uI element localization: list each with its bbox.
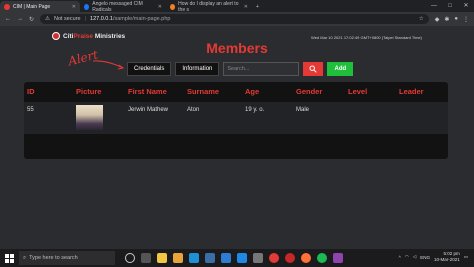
cell-first-name: Jerwin Mathew — [128, 107, 169, 113]
table-row[interactable]: 55 Jerwin Mathew Aton 19 y. o. Male — [24, 102, 448, 134]
brand-logo[interactable]: CitiPraise Ministries — [52, 32, 125, 40]
annotation-arrow-icon — [92, 60, 125, 70]
task-view-icon[interactable] — [141, 253, 151, 263]
brand-mid: Praise — [73, 32, 94, 40]
header-gender: Gender — [296, 87, 323, 96]
brand-suffix: Ministries — [94, 32, 126, 40]
taskbar-search-text: Type here to search — [29, 255, 78, 261]
add-button[interactable]: Add — [327, 62, 354, 76]
brand-prefix: Citi — [63, 32, 74, 40]
cell-surname: Aton — [187, 107, 200, 113]
close-icon[interactable]: ✕ — [158, 4, 162, 10]
header-first-name: First Name — [128, 87, 167, 96]
cell-gender: Male — [296, 107, 310, 113]
header-leader: Leader — [399, 87, 424, 96]
tab-main-page[interactable]: CIM | Main Page ✕ — [0, 1, 80, 12]
search-button[interactable] — [303, 62, 324, 76]
clock-date: 10-Mar-2021 — [433, 257, 460, 262]
close-icon[interactable]: ✕ — [244, 4, 248, 10]
header-picture: Picture — [76, 87, 102, 96]
browser-tab-bar: CIM | Main Page ✕ Angelo messaged CIM Ra… — [0, 0, 474, 13]
chrome-icon[interactable] — [269, 253, 279, 263]
omnibox[interactable]: ⚠ Not secure | 127.0.0.1/sample/main-pag… — [40, 14, 429, 24]
settings-icon[interactable] — [253, 253, 263, 263]
tab-label: CIM | Main Page — [13, 3, 51, 10]
reload-icon[interactable]: ↻ — [29, 16, 34, 23]
tab-favicon-icon — [4, 3, 10, 10]
app-icon[interactable] — [333, 253, 343, 263]
window-controls: — □ ✕ — [426, 0, 474, 12]
members-table: ID Picture First Name Surname Age Gender… — [24, 82, 448, 159]
mail-icon[interactable] — [221, 253, 231, 263]
extensions: ◆ ✱ ● ⋮ — [435, 16, 469, 23]
page-content: CitiPraise Ministries Wed Mar 10 2021 17… — [0, 26, 474, 249]
tab-label: Angelo messaged CIM Radicals — [92, 0, 143, 13]
search-input[interactable]: Search... — [223, 62, 300, 76]
system-tray: ^ ◠ ◁ ENG 5:02 pm 10-Mar-2021 ▭ — [399, 251, 468, 263]
messenger-icon — [84, 3, 90, 10]
clock[interactable]: 5:02 pm 10-Mar-2021 — [434, 251, 460, 263]
explorer-icon[interactable] — [157, 253, 167, 263]
cell-age: 19 y. o. — [245, 107, 265, 113]
language-indicator[interactable]: ENG — [420, 255, 430, 260]
table-header: ID Picture First Name Surname Age Gender… — [24, 82, 448, 100]
menu-icon[interactable]: ⋮ — [463, 16, 469, 23]
address-bar-row: ← → ↻ ⚠ Not secure | 127.0.0.1/sample/ma… — [0, 12, 474, 26]
church-logo-icon — [52, 32, 60, 40]
information-button[interactable]: Information — [175, 62, 220, 76]
notifications-icon[interactable]: ▭ — [464, 254, 468, 260]
windows-taskbar: ⌕ Type here to search ^ ◠ ◁ ENG 5:02 pm … — [0, 249, 474, 267]
header-level: Level — [348, 87, 368, 96]
cell-id: 55 — [27, 107, 34, 113]
windows-icon — [4, 253, 14, 263]
back-icon[interactable]: ← — [5, 16, 11, 22]
tab-messenger[interactable]: Angelo messaged CIM Radicals ✕ — [80, 0, 166, 13]
volume-icon[interactable]: ◁ — [413, 254, 416, 260]
search-icon: ⌕ — [23, 254, 27, 261]
credentials-button[interactable]: Credentials — [127, 62, 172, 76]
header-age: Age — [245, 87, 260, 96]
member-toolbar: Credentials Information Search... Add — [127, 62, 354, 76]
folder-icon[interactable] — [173, 253, 183, 263]
stackoverflow-icon — [170, 3, 176, 10]
member-photo — [76, 105, 103, 130]
minimize-button[interactable]: — — [426, 0, 442, 12]
edge-icon[interactable] — [189, 253, 199, 263]
header-id: ID — [27, 87, 35, 96]
new-tab-button[interactable]: + — [252, 1, 263, 12]
tab-stackoverflow[interactable]: How do I display an alert to the s ✕ — [166, 0, 252, 13]
star-icon[interactable]: ☆ — [419, 16, 424, 22]
extension-icon[interactable]: ◆ — [435, 16, 440, 23]
taskbar-search[interactable]: ⌕ Type here to search — [19, 251, 115, 265]
warning-icon: ⚠ — [45, 16, 50, 22]
forward-icon[interactable]: → — [17, 16, 23, 22]
tab-label: How do I display an alert to the s — [178, 0, 239, 13]
firefox-icon[interactable] — [301, 253, 311, 263]
spotify-icon[interactable] — [317, 253, 327, 263]
header-surname: Surname — [187, 87, 220, 96]
search-icon — [309, 65, 318, 73]
vscode-icon[interactable] — [237, 253, 247, 263]
pinned-apps — [125, 253, 343, 263]
profile-icon[interactable]: ● — [454, 16, 458, 23]
cortana-icon[interactable] — [125, 253, 135, 263]
close-icon[interactable]: ✕ — [72, 4, 76, 10]
wifi-icon[interactable]: ◠ — [405, 254, 409, 260]
close-window-button[interactable]: ✕ — [458, 0, 474, 12]
divider: | — [84, 16, 87, 22]
plus-icon: + — [256, 3, 259, 10]
url-text: 127.0.0.1/sample/main-page.php — [90, 16, 171, 22]
not-secure-label: Not secure — [53, 16, 81, 22]
opera-icon[interactable] — [285, 253, 295, 263]
maximize-button[interactable]: □ — [442, 0, 458, 12]
puzzle-icon[interactable]: ✱ — [444, 16, 449, 23]
start-button[interactable] — [0, 249, 18, 267]
chevron-up-icon[interactable]: ^ — [399, 255, 401, 260]
store-icon[interactable] — [205, 253, 215, 263]
